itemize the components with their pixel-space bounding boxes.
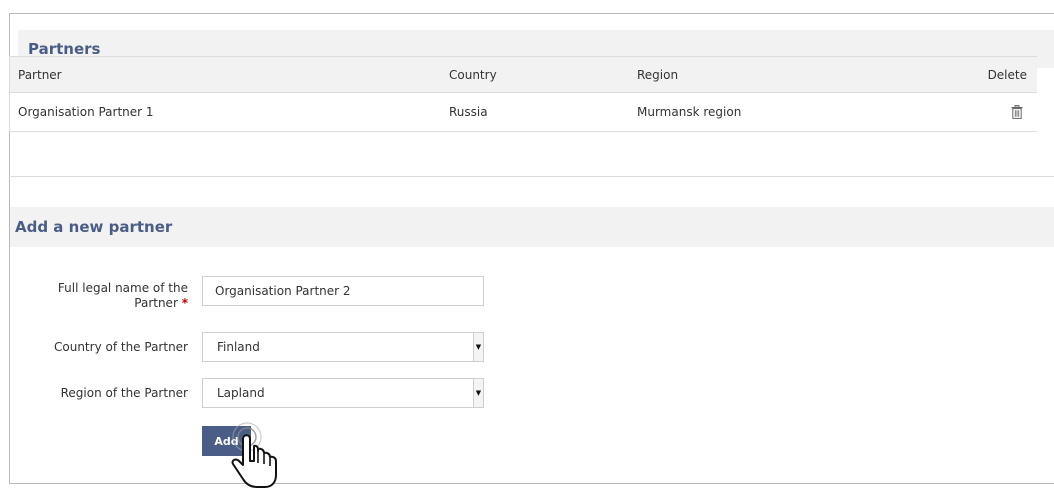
table-row: Organisation Partner 1 Russia Murmansk r… xyxy=(10,93,1037,131)
country-field-label: Country of the Partner xyxy=(54,340,188,354)
column-header-country: Country xyxy=(449,67,497,82)
hand-pointer-icon xyxy=(231,422,277,488)
required-marker: * xyxy=(181,296,188,310)
partner-name-cell: Organisation Partner 1 xyxy=(18,105,154,119)
column-header-partner: Partner xyxy=(18,67,62,82)
country-select-value: Finland xyxy=(217,340,260,354)
name-field-label-text: Full legal name of the Partner xyxy=(57,281,188,310)
trash-icon xyxy=(1011,105,1023,119)
partner-name-input[interactable] xyxy=(202,276,484,306)
name-field-label: Full legal name of the Partner * xyxy=(48,281,188,311)
section-divider xyxy=(9,176,1054,177)
partner-country-cell: Russia xyxy=(449,105,488,119)
country-select[interactable]: Finland ▼ xyxy=(202,332,484,362)
column-header-delete: Delete xyxy=(987,67,1027,82)
add-partner-section: Add a new partner Full legal name of the… xyxy=(10,207,1054,456)
partner-region-cell: Murmansk region xyxy=(637,105,742,119)
region-field-label: Region of the Partner xyxy=(60,386,188,400)
partners-table: Partner Country Region Delete Organisati… xyxy=(9,56,1037,132)
delete-button[interactable] xyxy=(1011,93,1023,131)
column-header-region: Region xyxy=(637,67,679,82)
caret-down-icon: ▼ xyxy=(473,333,483,361)
region-select[interactable]: Lapland ▼ xyxy=(202,378,484,408)
caret-down-icon: ▼ xyxy=(473,379,483,407)
add-partner-title: Add a new partner xyxy=(10,207,1054,247)
region-select-value: Lapland xyxy=(217,386,265,400)
table-header-row: Partner Country Region Delete xyxy=(10,57,1037,93)
